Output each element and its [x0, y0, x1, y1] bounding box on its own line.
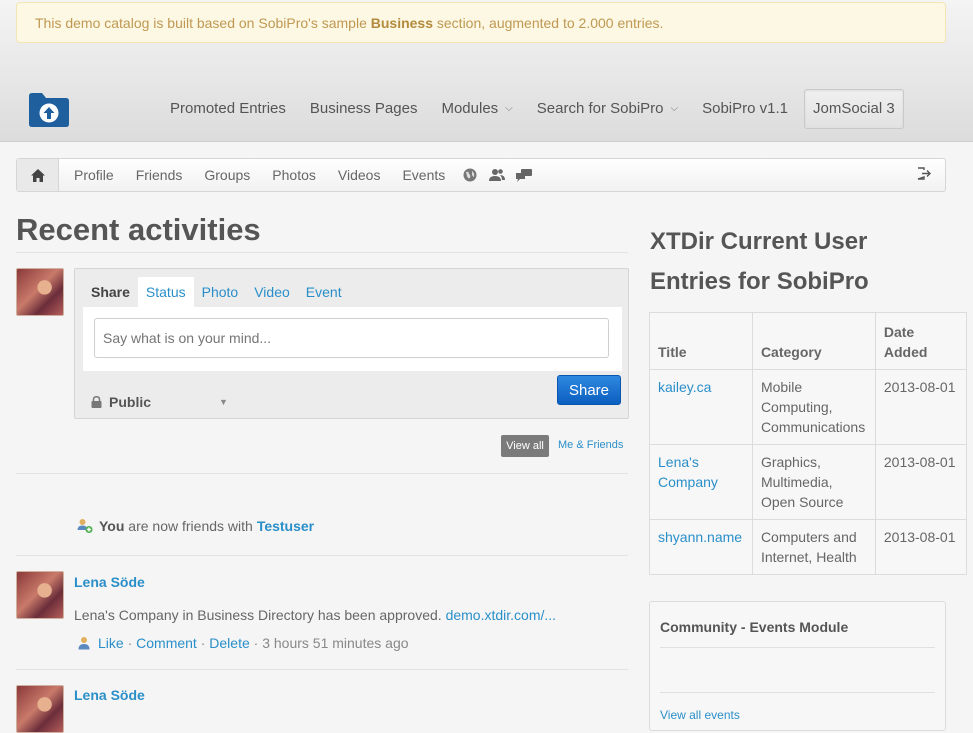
tab-photo[interactable]: Photo [194, 277, 247, 307]
tab-status[interactable]: Status [137, 277, 194, 307]
lock-icon [91, 396, 102, 408]
main-nav: Promoted Entries Business Pages Modules ⌵… [158, 89, 904, 129]
view-all-events-link[interactable]: View all events [660, 708, 740, 722]
toolbar-friends[interactable]: Friends [125, 167, 194, 183]
divider [16, 555, 628, 556]
status-input[interactable] [94, 318, 609, 358]
nav-business-pages[interactable]: Business Pages [298, 89, 430, 129]
filter-me-friends[interactable]: Me & Friends [558, 439, 623, 451]
friends-icon [77, 519, 93, 533]
share-button[interactable]: Share [557, 375, 621, 405]
users-icon[interactable] [483, 168, 510, 182]
activity-actions: Like · Comment · Delete · 3 hours 51 min… [78, 635, 409, 651]
share-panel [83, 307, 622, 371]
share-tabs: Share Status Photo Video Event [83, 277, 350, 307]
chevron-down-icon: ⌵ [670, 103, 679, 114]
col-date-added: Date Added [874, 312, 968, 370]
avatar[interactable] [16, 571, 64, 619]
divider [660, 692, 935, 693]
messages-icon[interactable] [510, 168, 537, 182]
table-row: kailey.ca Mobile Computing, Communicatio… [649, 369, 968, 445]
activity-text: Lena's Company in Business Directory has… [74, 607, 557, 623]
divider [16, 669, 628, 670]
events-module: Community - Events Module View all event… [649, 601, 946, 731]
comment-link[interactable]: Comment [136, 635, 197, 651]
col-title: Title [649, 312, 753, 370]
logo-icon[interactable] [27, 90, 71, 128]
privacy-selector[interactable]: Public ▼ [91, 394, 228, 410]
activity-author[interactable]: Lena Söde [74, 574, 145, 590]
entry-date: 2013-08-01 [874, 519, 968, 575]
caret-down-icon: ▼ [219, 397, 228, 407]
logout-icon[interactable] [917, 167, 931, 183]
chevron-down-icon: ⌵ [505, 103, 513, 114]
share-box: Share Status Photo Video Event Public ▼ … [74, 268, 629, 419]
nav-jomsocial[interactable]: JomSocial 3 [803, 89, 904, 129]
events-module-title: Community - Events Module [660, 619, 849, 635]
entry-date: 2013-08-01 [874, 369, 968, 445]
nav-modules[interactable]: Modules ⌵ [429, 89, 524, 129]
activity-time: 3 hours 51 minutes ago [262, 635, 409, 651]
divider [16, 252, 628, 253]
entry-category: Graphics, Multimedia, Open Source [751, 444, 876, 520]
nav-sobipro-version[interactable]: SobiPro v1.1 [690, 89, 800, 129]
xtdir-entries-table: Title Category Date Added kailey.ca Mobi… [649, 312, 968, 575]
entry-link[interactable]: shyann.name [658, 529, 742, 545]
share-label: Share [91, 284, 130, 300]
filter-view-all[interactable]: View all [501, 435, 549, 457]
home-icon [30, 168, 45, 182]
entry-category: Computers and Internet, Health [751, 519, 876, 575]
delete-link[interactable]: Delete [209, 635, 249, 651]
toolbar-events[interactable]: Events [391, 167, 456, 183]
activity-friends: You are now friends with Testuser [77, 518, 314, 534]
demo-notice: This demo catalog is built based on Sobi… [16, 2, 946, 43]
nav-search-sobipro[interactable]: Search for SobiPro ⌵ [525, 89, 690, 129]
table-row: shyann.name Computers and Internet, Heal… [649, 519, 968, 575]
tab-video[interactable]: Video [246, 277, 298, 307]
avatar[interactable] [16, 268, 64, 316]
entry-date: 2013-08-01 [874, 444, 968, 520]
activity-link[interactable]: demo.xtdir.com/... [446, 607, 556, 623]
home-button[interactable] [17, 159, 59, 191]
col-category: Category [751, 312, 876, 370]
friend-link-testuser[interactable]: Testuser [257, 518, 314, 534]
xtdir-title: XTDir Current User Entries for SobiPro [650, 228, 869, 295]
toolbar-groups[interactable]: Groups [193, 167, 261, 183]
avatar[interactable] [16, 685, 64, 733]
toolbar-videos[interactable]: Videos [327, 167, 392, 183]
entry-category: Mobile Computing, Communications [751, 369, 876, 445]
globe-icon[interactable] [456, 168, 483, 182]
page-title: Recent activities [16, 212, 261, 247]
toolbar-profile[interactable]: Profile [63, 167, 125, 183]
tab-event[interactable]: Event [298, 277, 350, 307]
toolbar-photos[interactable]: Photos [261, 167, 327, 183]
nav-promoted-entries[interactable]: Promoted Entries [158, 89, 298, 129]
table-header-row: Title Category Date Added [649, 312, 968, 370]
entry-link[interactable]: Lena's Company [658, 454, 718, 490]
divider [16, 473, 628, 474]
jomsocial-toolbar: Profile Friends Groups Photos Videos Eve… [16, 158, 946, 192]
divider [660, 647, 935, 648]
activity-author[interactable]: Lena Söde [74, 687, 145, 703]
entry-link[interactable]: kailey.ca [658, 379, 711, 395]
like-link[interactable]: Like [98, 635, 124, 651]
table-row: Lena's Company Graphics, Multimedia, Ope… [649, 444, 968, 520]
user-icon [78, 637, 90, 650]
